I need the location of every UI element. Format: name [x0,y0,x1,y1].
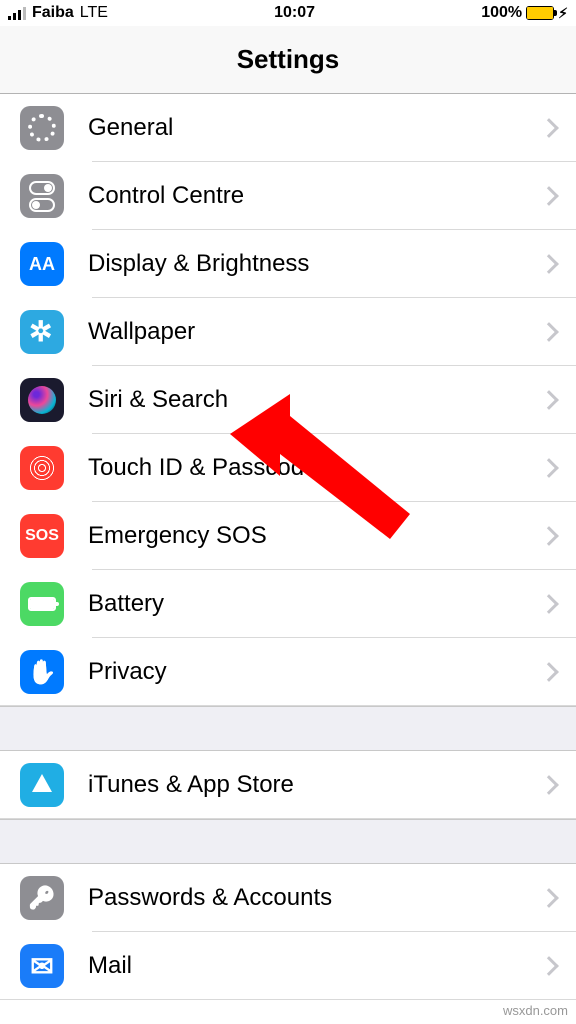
row-emergency-sos[interactable]: SOS Emergency SOS [0,502,576,570]
row-battery[interactable]: Battery [0,570,576,638]
row-siri-search[interactable]: Siri & Search [0,366,576,434]
siri-icon [20,378,64,422]
chevron-right-icon [539,526,559,546]
display-icon: AA [20,242,64,286]
chevron-right-icon [539,956,559,976]
control-centre-icon [20,174,64,218]
row-label: Passwords & Accounts [88,884,542,912]
general-icon [20,106,64,150]
row-control-centre[interactable]: Control Centre [0,162,576,230]
settings-group: General Control Centre AA Display & Brig… [0,94,576,706]
row-label: General [88,114,542,142]
chevron-right-icon [539,390,559,410]
clock: 10:07 [274,4,315,22]
status-right: 100% ⚡︎ [481,4,568,22]
row-label: iTunes & App Store [88,771,542,799]
row-wallpaper[interactable]: Wallpaper [0,298,576,366]
page-title: Settings [237,44,340,75]
touchid-icon [20,446,64,490]
privacy-icon [20,650,64,694]
appstore-icon [20,763,64,807]
row-label: Touch ID & Passcode [88,454,542,482]
nav-header: Settings [0,26,576,94]
settings-list: General Control Centre AA Display & Brig… [0,94,576,1000]
row-display-brightness[interactable]: AA Display & Brightness [0,230,576,298]
sos-icon: SOS [20,514,64,558]
row-label: Control Centre [88,182,542,210]
group-separator [0,706,576,750]
row-label: Mail [88,952,542,980]
row-itunes-app-store[interactable]: iTunes & App Store [0,751,576,819]
row-label: Privacy [88,658,542,686]
chevron-right-icon [539,118,559,138]
chevron-right-icon [539,662,559,682]
status-left: Faiba LTE [8,4,108,22]
chevron-right-icon [539,458,559,478]
group-separator [0,819,576,863]
row-label: Wallpaper [88,318,542,346]
carrier-label: Faiba [32,4,74,22]
battery-icon [526,6,554,20]
status-bar: Faiba LTE 10:07 100% ⚡︎ [0,0,576,26]
row-label: Emergency SOS [88,522,542,550]
network-label: LTE [80,4,108,22]
row-label: Siri & Search [88,386,542,414]
settings-group: Passwords & Accounts Mail [0,863,576,1000]
watermark: wsxdn.com [503,1003,568,1018]
chevron-right-icon [539,775,559,795]
wallpaper-icon [20,310,64,354]
row-passwords-accounts[interactable]: Passwords & Accounts [0,864,576,932]
chevron-right-icon [539,186,559,206]
row-mail[interactable]: Mail [0,932,576,1000]
row-label: Display & Brightness [88,250,542,278]
battery-icon [20,582,64,626]
passwords-icon [20,876,64,920]
chevron-right-icon [539,254,559,274]
chevron-right-icon [539,594,559,614]
chevron-right-icon [539,888,559,908]
battery-percent: 100% [481,4,522,22]
row-privacy[interactable]: Privacy [0,638,576,706]
row-general[interactable]: General [0,94,576,162]
row-label: Battery [88,590,542,618]
charging-icon: ⚡︎ [558,5,568,22]
signal-strength-icon [8,6,26,20]
settings-group: iTunes & App Store [0,750,576,819]
row-touch-id-passcode[interactable]: Touch ID & Passcode [0,434,576,502]
mail-icon [20,944,64,988]
chevron-right-icon [539,322,559,342]
